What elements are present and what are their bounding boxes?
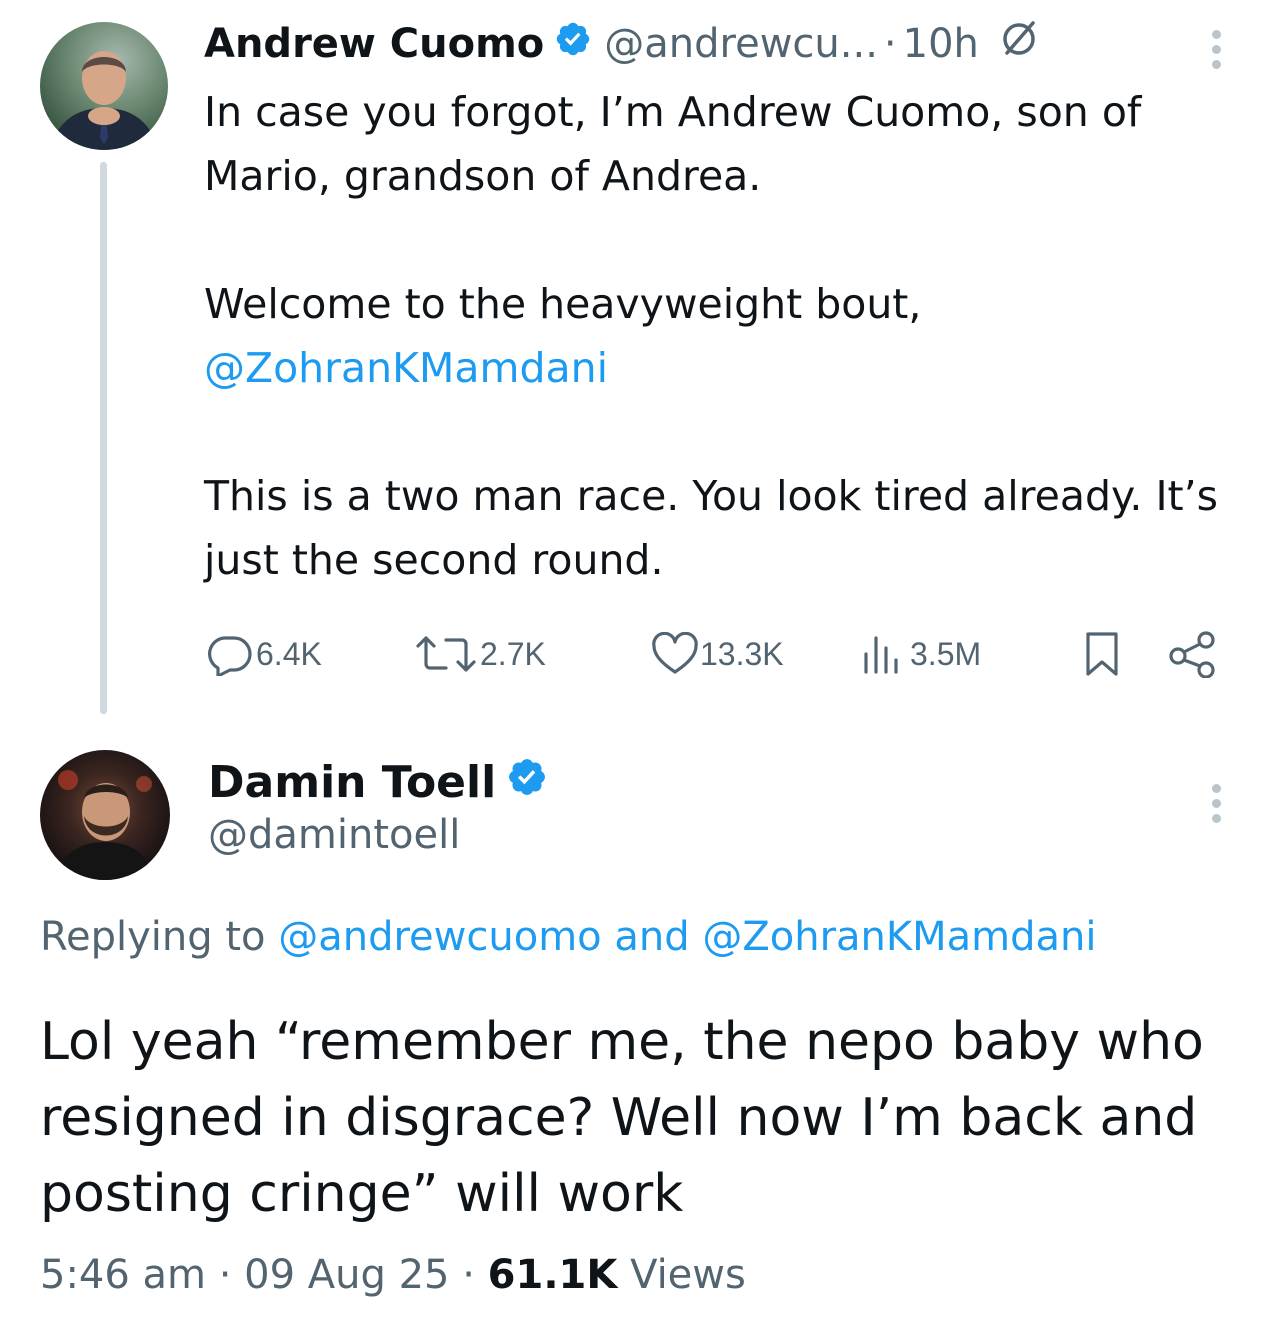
repost-icon [416,636,476,672]
author-name[interactable]: Andrew Cuomo [204,21,544,67]
separator-dot: · [462,1252,475,1298]
tweet-paragraph: In case you forgot, I’m Andrew Cuomo, so… [204,88,1142,200]
parent-tweet-text: In case you forgot, I’m Andrew Cuomo, so… [204,80,1244,592]
like-count: 13.3K [700,635,784,672]
verified-badge-icon [506,756,548,809]
avatar-portrait-image [50,51,158,150]
edit-indicator-icon [997,17,1041,71]
reply-button[interactable]: 6.4K [204,626,322,682]
avatar-andrew-cuomo[interactable] [40,22,168,150]
share-icon [1169,631,1215,678]
replying-to-line: Replying to @andrewcuomo and @ZohranKMam… [40,914,1096,960]
tweet-paragraph: Welcome to the heavyweight bout, @Zohran… [204,272,1244,400]
reply-more-vertical-icon[interactable] [1210,784,1222,823]
separator-dot: · [218,1252,232,1298]
bookmark-button[interactable] [1082,626,1122,682]
separator-dot: · [883,21,897,67]
bookmark-icon [1086,632,1118,676]
like-button[interactable]: 13.3K [650,626,784,682]
mention-link[interactable]: @ZohranKMamdani [204,344,608,392]
tweet-meta-line: 5:46 am · 09 Aug 25 · 61.1K Views [40,1252,746,1298]
avatar-portrait-image [54,770,156,880]
repost-button[interactable]: 2.7K [412,626,546,682]
reply-author-name[interactable]: Damin Toell [208,757,496,808]
replying-to-user-link[interactable]: @ZohranKMamdani [702,914,1096,960]
tweet-time[interactable]: 10h [903,21,979,67]
parent-more-vertical-icon[interactable] [1210,30,1222,69]
comment-icon [208,636,252,676]
tweet-date[interactable]: 09 Aug 25 [244,1252,449,1298]
replying-to-and: and [614,914,690,960]
parent-tweet-header: Andrew Cuomo @andrewcu... · 10h [204,14,1041,74]
replying-to-prefix: Replying to [40,914,266,960]
repost-count: 2.7K [480,635,546,672]
replying-to-user-link[interactable]: @andrewcuomo [278,914,601,960]
reply-author-handle[interactable]: @damintoell [208,812,460,858]
views-count: 3.5M [910,635,982,672]
tweet-views-label: Views [630,1252,746,1298]
reply-tweet-text: Lol yeah “remember me, the nepo baby who… [40,1012,1204,1224]
reply-count: 6.4K [256,635,322,672]
tweet-paragraph-text: Welcome to the heavyweight bout, [204,280,922,328]
heart-icon [652,632,698,674]
tweet-views-count[interactable]: 61.1K [488,1252,618,1298]
share-button[interactable] [1168,626,1218,682]
views-button[interactable]: 3.5M [860,626,981,682]
author-handle[interactable]: @andrewcu... [604,21,878,67]
verified-badge-icon [554,20,592,68]
tweet-actions-bar: 6.4K 2.7K 13.3K 3.5M [204,626,1224,682]
reply-tweet-header: Damin Toell [208,752,560,812]
thread-connector-line [100,162,107,714]
views-bar-chart-icon [864,636,898,674]
tweet-timestamp[interactable]: 5:46 am [40,1252,206,1298]
avatar-damin-toell[interactable] [40,750,170,880]
tweet-paragraph: This is a two man race. You look tired a… [204,472,1219,584]
